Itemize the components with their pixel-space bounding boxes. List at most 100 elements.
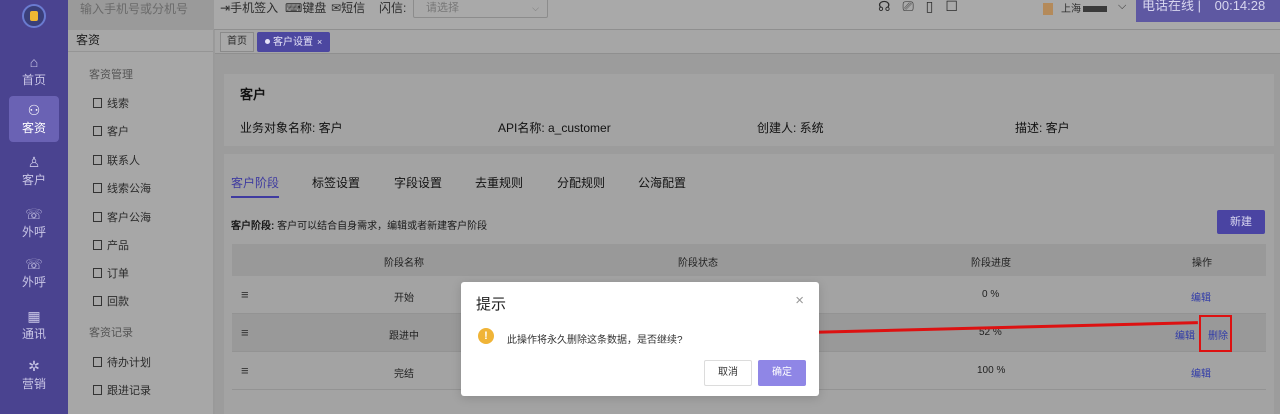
- book-icon[interactable]: ▯: [926, 0, 946, 14]
- sidebar-item-customers[interactable]: 客户: [93, 123, 129, 139]
- sidebar-item-orders[interactable]: 订单: [93, 265, 129, 281]
- stage-description: 客户阶段: 客户可以结合自身需求，编辑或者新建客户阶段: [231, 217, 487, 232]
- drag-handle-icon[interactable]: ≡: [241, 287, 249, 302]
- app-logo[interactable]: [22, 4, 46, 28]
- edit-button[interactable]: 编辑: [1191, 289, 1211, 304]
- column-header: 操作: [1192, 258, 1212, 269]
- confirm-button[interactable]: 确定: [758, 360, 806, 386]
- close-icon[interactable]: ×: [317, 37, 322, 47]
- sidebar-item-label: 回款: [107, 296, 129, 308]
- mail-icon: ✉: [331, 1, 342, 15]
- user-region: 上海: [1061, 4, 1081, 15]
- flash-select-value: 请选择: [426, 2, 459, 14]
- sidebar-item-label: 产品: [107, 240, 129, 252]
- drag-handle-icon[interactable]: ≡: [241, 325, 249, 340]
- sidebar-item-label: 联系人: [107, 155, 140, 167]
- tab-field-settings[interactable]: 字段设置: [394, 174, 442, 191]
- sms-button[interactable]: ✉短信: [331, 0, 365, 16]
- drag-handle-icon[interactable]: ≡: [241, 363, 249, 378]
- active-tab-indicator: [231, 196, 279, 198]
- headset-icon[interactable]: ☊: [878, 0, 902, 14]
- breadcrumb: 首页 客户设置 ×: [215, 30, 1280, 54]
- document-icon: [93, 240, 102, 250]
- dialog-message: 此操作将永久删除这条数据，是否继续?: [507, 335, 683, 346]
- stage-progress: 0 %: [982, 289, 1000, 300]
- rail-item-label: 客户: [21, 173, 46, 187]
- active-dot-icon: [265, 39, 270, 44]
- marketing-icon: ✲: [28, 358, 40, 374]
- sidebar-item-label: 待办计划: [107, 357, 151, 369]
- cancel-button[interactable]: 取消: [704, 360, 752, 386]
- chat-icon[interactable]: ☐: [945, 0, 970, 14]
- edit-button[interactable]: 编辑: [1175, 327, 1195, 342]
- close-icon[interactable]: ×: [795, 293, 804, 308]
- sidebar-group-title: 客资记录: [89, 327, 133, 339]
- document-icon: [93, 98, 102, 108]
- tab-customer-settings[interactable]: 客户设置 ×: [257, 32, 331, 52]
- rail-item-outbound[interactable]: ☏ 外呼: [9, 200, 59, 246]
- sidebar-item-label: 跟进记录: [107, 385, 151, 397]
- sidebar-item-customer-pool[interactable]: 客户公海: [93, 209, 151, 225]
- chevron-down-icon[interactable]: ⌵: [1118, 0, 1126, 13]
- document-icon: [93, 155, 102, 165]
- rail-item-contacts[interactable]: ▦ 通讯: [9, 302, 59, 348]
- tab-customer-stage[interactable]: 客户阶段: [231, 174, 279, 191]
- sidebar-item-label: 线索: [107, 98, 129, 110]
- description: 描述: 客户: [1015, 121, 1070, 135]
- sidebar-header: 客资: [68, 30, 213, 52]
- left-rail: ⌂ 首页 ⚇ 客资 ♙ 客户 ☏ 外呼 ☏ 外呼 ▦ 通讯 ✲ 营销: [0, 0, 68, 414]
- call-timer: 00:14:28: [1214, 0, 1266, 13]
- flash-select[interactable]: 请选择 ⌵: [413, 0, 548, 18]
- edit-button[interactable]: 编辑: [1191, 365, 1211, 380]
- tab-dedupe-rules[interactable]: 去重规则: [475, 174, 523, 191]
- sidebar-item-label: 客户: [107, 126, 129, 138]
- document-icon: [93, 268, 102, 278]
- phone-status[interactable]: 电话在线 | 00:14:28: [1136, 0, 1280, 22]
- rail-item-label: 外呼: [21, 225, 46, 239]
- sidebar-item-lead-pool[interactable]: 线索公海: [93, 180, 151, 196]
- column-header: 阶段名称: [384, 258, 424, 269]
- chevron-down-icon: ⌵: [532, 3, 539, 13]
- stage-name: 开始: [394, 293, 414, 304]
- rail-item-leads[interactable]: ⚇ 客资: [9, 96, 59, 142]
- keyboard-icon: ⌨: [285, 1, 303, 15]
- sidebar-item-label: 线索公海: [107, 183, 151, 195]
- tab-tag-settings[interactable]: 标签设置: [312, 174, 360, 191]
- tab-assignment-rules[interactable]: 分配规则: [557, 174, 605, 191]
- keyboard-button[interactable]: ⌨键盘: [285, 0, 326, 16]
- breadcrumb-home[interactable]: 首页: [220, 32, 254, 52]
- rail-item-home[interactable]: ⌂ 首页: [9, 48, 59, 94]
- flash-label: 闪信:: [379, 1, 407, 15]
- monitor-icon[interactable]: ⎚: [902, 0, 925, 14]
- rail-item-label: 首页: [21, 73, 46, 87]
- rail-item-marketing[interactable]: ✲ 营销: [9, 352, 59, 398]
- sidebar-item-payments[interactable]: 回款: [93, 293, 129, 309]
- sidebar-item-contacts[interactable]: 联系人: [93, 152, 140, 168]
- tab-pool-config[interactable]: 公海配置: [638, 174, 686, 191]
- phone-out-icon: ☏: [25, 206, 43, 222]
- search-input[interactable]: 输入手机号或分机号: [68, 0, 214, 30]
- sidebar-item-leads[interactable]: 线索: [93, 95, 129, 111]
- object-title: 客户: [240, 87, 267, 102]
- table-header: 阶段名称 阶段状态 阶段进度 操作: [232, 244, 1266, 276]
- users-icon: ⚇: [27, 102, 41, 118]
- phone-out-icon: ☏: [25, 256, 43, 272]
- toolbar-icons: ☊⎚▯☐: [878, 0, 970, 15]
- secondary-sidebar: 客资 客资管理 线索 客户 联系人 线索公海 客户公海 产品 订单 回款 客资记…: [68, 30, 214, 414]
- sidebar-item-followups[interactable]: 跟进记录: [93, 382, 151, 398]
- document-icon: [93, 212, 102, 222]
- contacts-icon: ▦: [27, 308, 41, 324]
- document-icon: [93, 385, 102, 395]
- rail-item-outbound-2[interactable]: ☏ 外呼: [9, 250, 59, 296]
- rail-item-customers[interactable]: ♙ 客户: [9, 148, 59, 194]
- avatar: [1043, 3, 1053, 16]
- sidebar-item-products[interactable]: 产品: [93, 237, 129, 253]
- rail-item-label: 客资: [21, 121, 46, 135]
- sidebar-item-todo[interactable]: 待办计划: [93, 354, 151, 370]
- signin-icon: ⇥: [220, 1, 231, 15]
- user-info[interactable]: 上海: [1043, 0, 1107, 16]
- new-stage-button[interactable]: 新建: [1217, 210, 1265, 234]
- settings-tabs: 客户阶段 标签设置 字段设置 去重规则 分配规则 公海配置: [224, 174, 1274, 198]
- phone-signin-button[interactable]: ⇥手机签入: [220, 0, 278, 16]
- sidebar-item-label: 订单: [107, 268, 129, 280]
